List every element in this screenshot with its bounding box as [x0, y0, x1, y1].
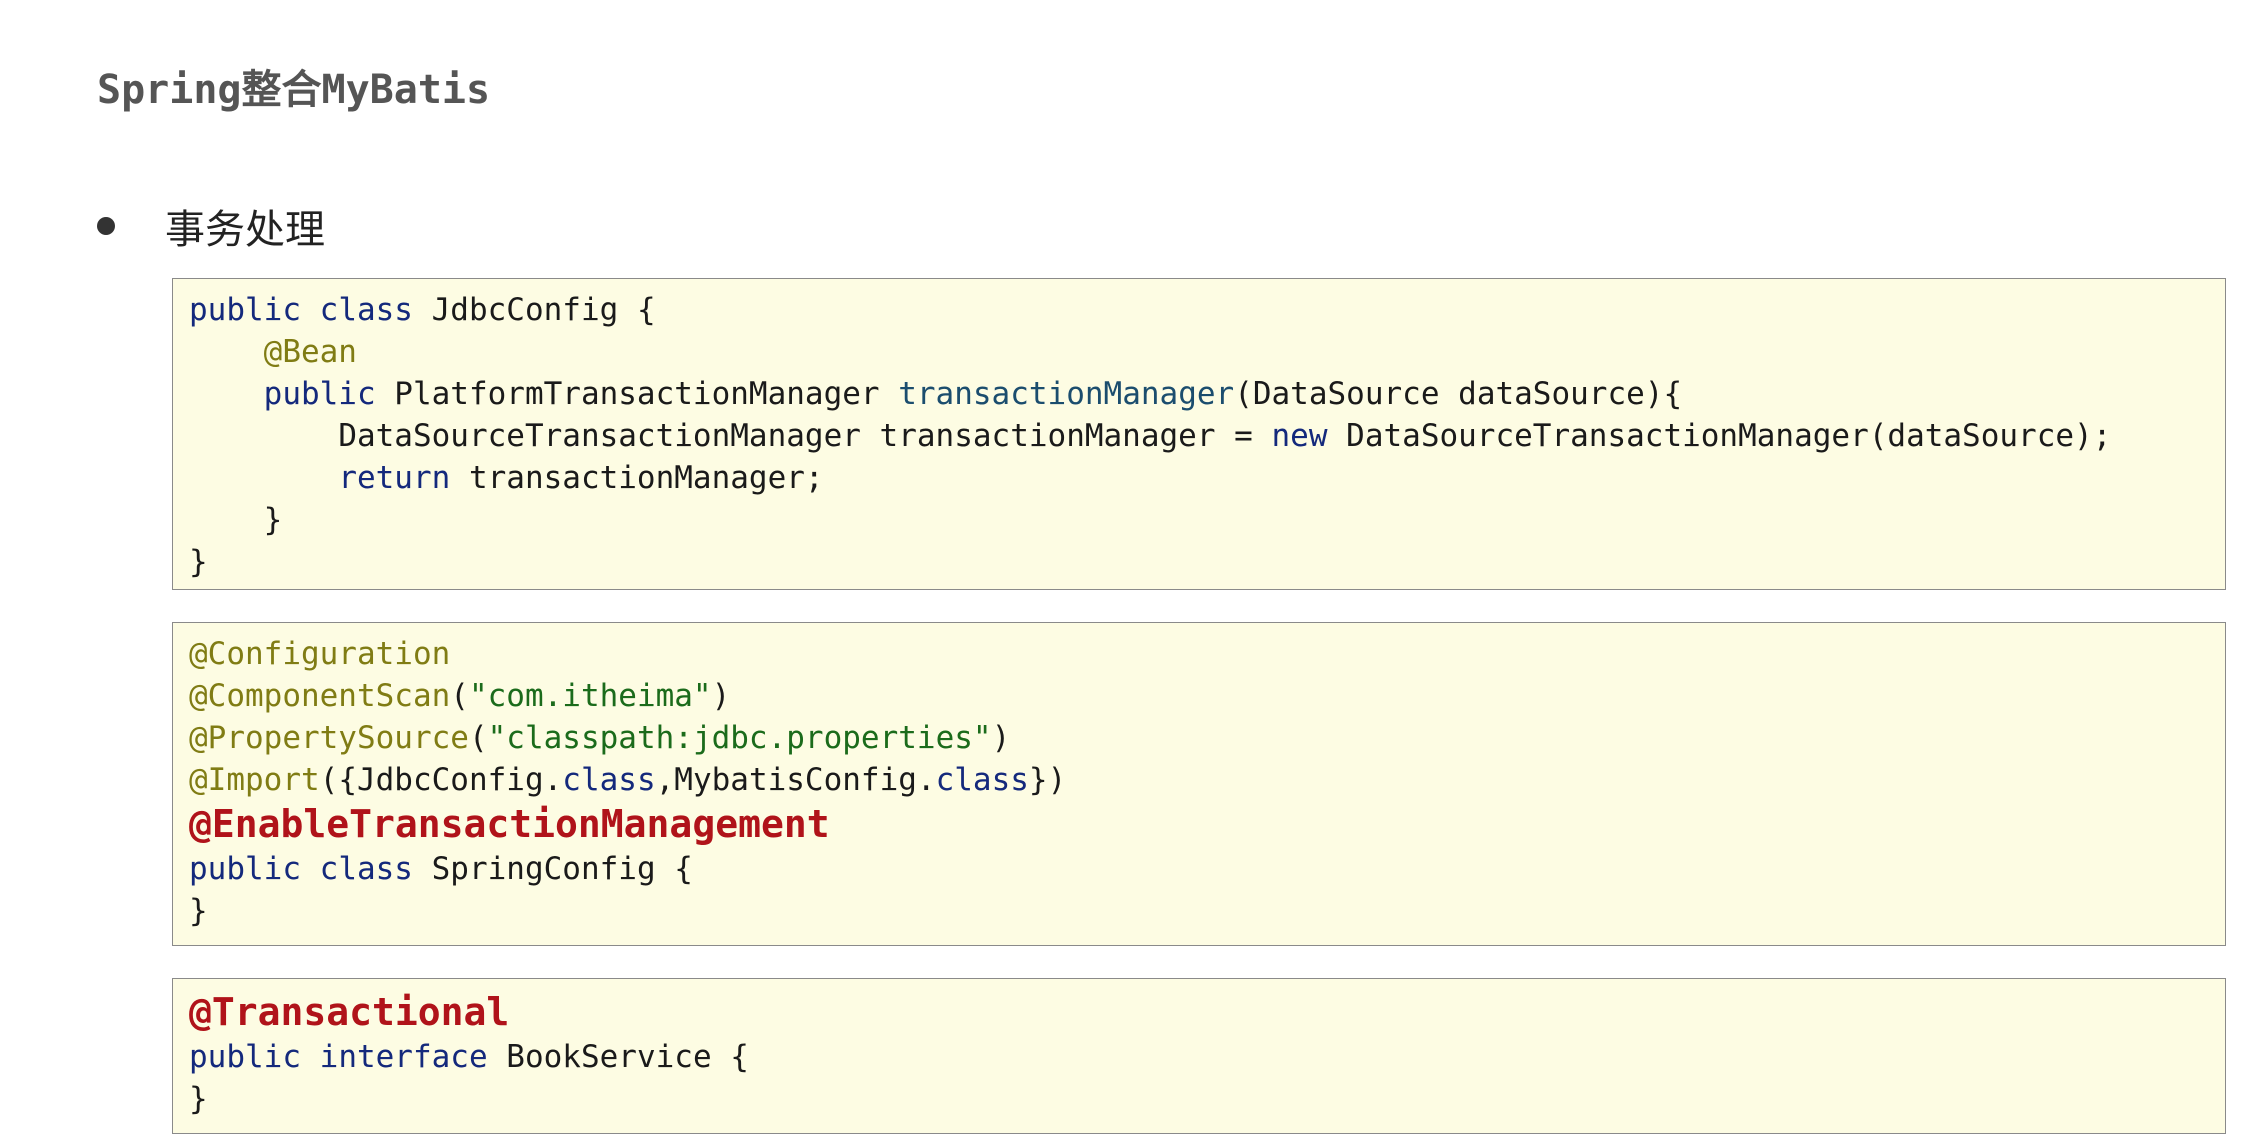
code-token: (DataSource dataSource){ [1234, 376, 1683, 412]
code-token: BookService { [487, 1039, 749, 1075]
bullet-item: 事务处理 [97, 196, 325, 256]
code-token: "com.itheima" [468, 678, 712, 714]
bullet-text: 事务处理 [165, 207, 325, 253]
code-token: return [338, 460, 451, 496]
code-line: public class JdbcConfig { [189, 289, 2209, 331]
code-token: @EnableTransactionManagement [189, 802, 830, 846]
code-token: DataSourceTransactionManager(dataSource)… [1327, 418, 2112, 454]
code-token: @Configuration [189, 636, 451, 672]
code-token: ) [711, 678, 731, 714]
code-token: } [263, 502, 283, 538]
code-line: DataSourceTransactionManager transaction… [189, 415, 2209, 457]
code-line: public class SpringConfig { [189, 848, 2209, 890]
code-token: transactionManager [898, 376, 1235, 412]
code-token: } [189, 544, 208, 580]
code-line: return transactionManager; [189, 457, 2209, 499]
code-line: @PropertySource("classpath:jdbc.properti… [189, 717, 2209, 759]
code-line: } [189, 890, 2209, 932]
code-token: "classpath:jdbc.properties" [487, 720, 992, 756]
code-token: ({JdbcConfig. [319, 762, 563, 798]
code-token: @PropertySource [189, 720, 469, 756]
code-block-spring-config: @Configuration @ComponentScan("com.itheim… [172, 622, 2226, 946]
code-token: @Import [189, 762, 320, 798]
code-line: } [189, 541, 2209, 583]
code-token: public [189, 292, 301, 328]
code-block-jdbc-config: public class JdbcConfig { @Bean public P… [172, 278, 2226, 590]
code-token: ) [991, 720, 1011, 756]
code-line: @EnableTransactionManagement [189, 801, 2209, 848]
code-token: SpringConfig { [412, 851, 693, 887]
code-line: @ComponentScan("com.itheima") [189, 675, 2209, 717]
code-line: } [189, 499, 2209, 541]
code-line: @Transactional [189, 989, 2209, 1036]
bullet-dot-icon [97, 217, 115, 235]
code-line: @Bean [189, 331, 2209, 373]
code-token: JdbcConfig { [412, 292, 656, 328]
code-token: class [319, 851, 413, 887]
code-token: public [263, 376, 376, 412]
code-token: new [1271, 418, 1328, 454]
code-line: public interface BookService { [189, 1036, 2209, 1078]
code-token: class [319, 292, 413, 328]
code-token: transactionManager; [450, 460, 824, 496]
code-line: public PlatformTransactionManager transa… [189, 373, 2209, 415]
code-token: DataSourceTransactionManager transaction… [338, 418, 1272, 454]
code-line: @Configuration [189, 633, 2209, 675]
code-token: } [189, 1081, 208, 1117]
code-token: public [189, 851, 301, 887]
code-token: PlatformTransactionManager [375, 376, 899, 412]
code-token: class [562, 762, 656, 798]
code-token: }) [1028, 762, 1067, 798]
code-block-book-service: @Transactional public interface BookServi… [172, 978, 2226, 1134]
code-line: } [189, 1078, 2209, 1120]
code-token: public [189, 1039, 301, 1075]
code-line: @Import({JdbcConfig.class,MybatisConfig.… [189, 759, 2209, 801]
code-token: ( [468, 720, 488, 756]
code-token: @ComponentScan [189, 678, 451, 714]
code-token: ( [450, 678, 469, 714]
code-token: @Transactional [189, 990, 510, 1034]
page-title: Spring整合MyBatis [97, 67, 491, 113]
code-token: interface [319, 1039, 488, 1075]
code-token: @Bean [263, 334, 357, 370]
code-token: } [189, 893, 208, 929]
code-token: ,MybatisConfig. [655, 762, 936, 798]
code-token: class [935, 762, 1029, 798]
